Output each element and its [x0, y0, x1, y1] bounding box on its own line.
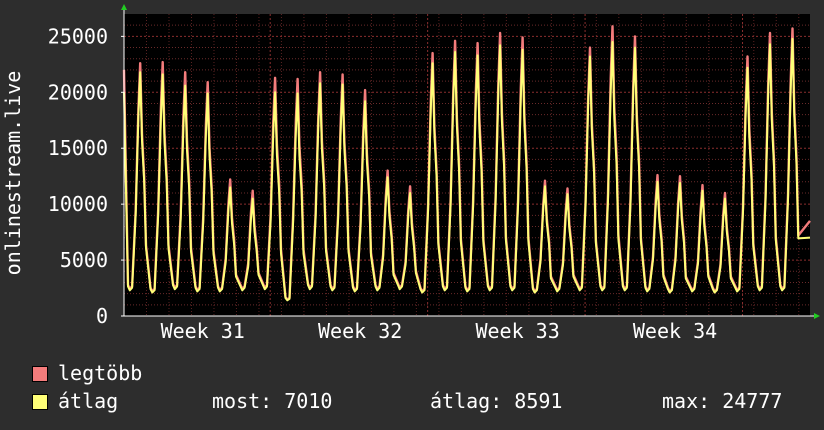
y-tick-label: 10000	[48, 192, 108, 216]
x-tick-label: Week 31	[161, 319, 245, 343]
stat-max: max: 24777	[662, 389, 783, 413]
x-axis-arrow	[814, 313, 820, 319]
stat-now: most: 7010	[212, 389, 333, 413]
y-axis-arrow	[121, 4, 127, 10]
y-tick-label: 15000	[48, 136, 108, 160]
legend-label-avg: átlag	[58, 389, 119, 413]
x-tick-label: Week 34	[633, 319, 717, 343]
y-axis-label: onlinestream.live	[1, 71, 25, 276]
x-tick-label: Week 33	[475, 319, 559, 343]
y-tick-label: 0	[96, 304, 108, 328]
legend-swatch-max	[32, 366, 48, 382]
y-tick-label: 20000	[48, 80, 108, 104]
legend-item-avg: átlag most: 7010 átlag: 8591 max: 24777	[32, 388, 792, 414]
x-tick-label: Week 32	[318, 319, 402, 343]
legend-label-max: legtöbb	[58, 361, 143, 385]
legend-swatch-avg	[32, 394, 48, 410]
stat-avg: átlag: 8591	[430, 389, 563, 413]
y-tick-label: 25000	[48, 24, 108, 48]
y-tick-label: 5000	[60, 248, 108, 272]
